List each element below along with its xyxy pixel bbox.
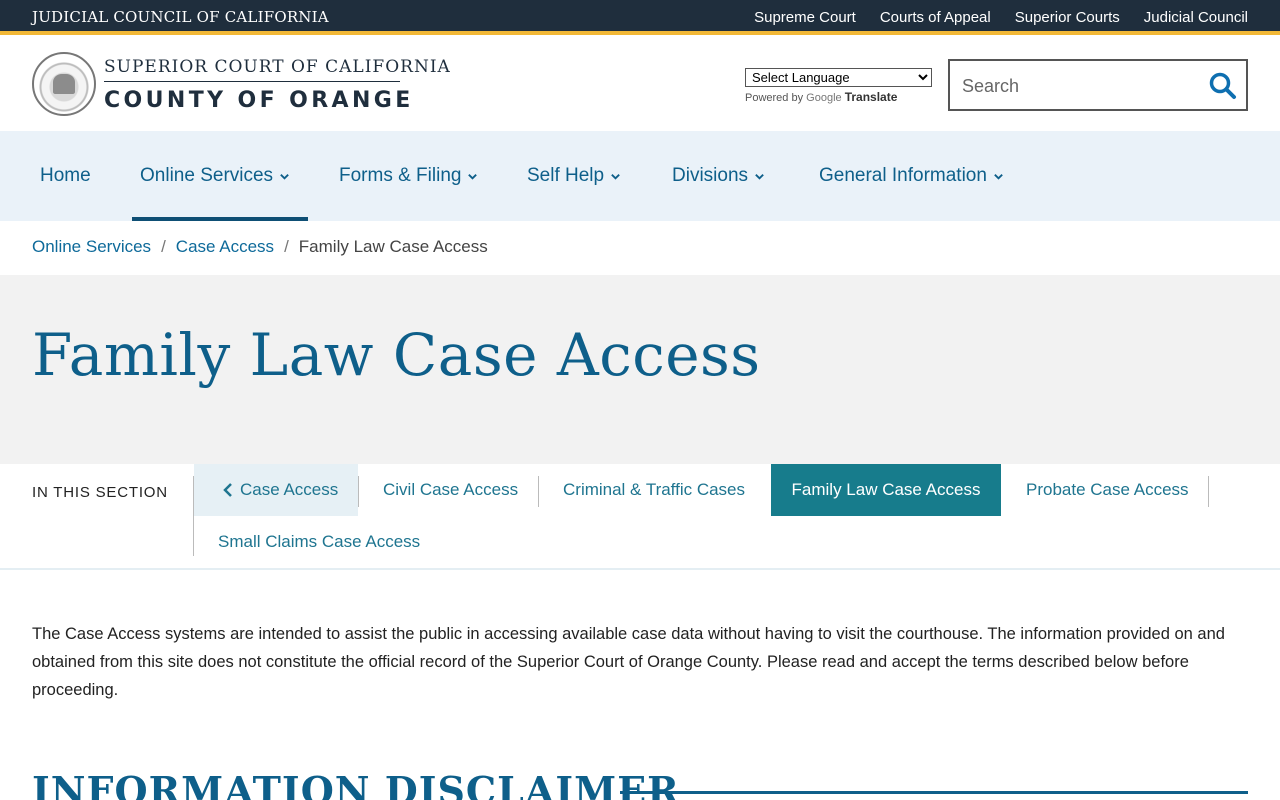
google-logo-text: Google	[806, 92, 842, 104]
nav-forms-filing[interactable]: Forms & Filing	[339, 131, 478, 221]
intro-paragraph: The Case Access systems are intended to …	[32, 625, 1225, 699]
page-hero: Family Law Case Access	[0, 275, 1280, 464]
chevron-down-icon	[611, 173, 620, 180]
chevron-down-icon	[468, 173, 478, 180]
search-icon[interactable]	[1208, 71, 1238, 101]
chevron-down-icon	[280, 173, 289, 180]
chevron-down-icon	[994, 173, 1003, 180]
section-link-separator	[538, 476, 539, 507]
breadcrumb-case-access[interactable]: Case Access	[176, 237, 274, 257]
section-bottom-border	[0, 568, 1280, 570]
nav-divisions[interactable]: Divisions	[672, 131, 765, 221]
section-link-civil[interactable]: Civil Case Access	[383, 464, 518, 516]
google-translate-credit: Powered by Google Translate	[745, 90, 898, 104]
breadcrumb: Online Services / Case Access / Family L…	[32, 237, 488, 257]
language-select[interactable]: Select Language	[745, 68, 932, 87]
judicial-council-brand[interactable]: JUDICIAL COUNCIL OF CALIFORNIA	[32, 8, 329, 26]
section-link-criminal-traffic[interactable]: Criminal & Traffic Cases	[563, 464, 745, 516]
toplink-supreme-court[interactable]: Supreme Court	[754, 9, 856, 26]
page-title: Family Law Case Access	[32, 321, 761, 389]
breadcrumb-separator: /	[161, 237, 166, 256]
toplink-superior-courts[interactable]: Superior Courts	[1015, 9, 1120, 26]
site-header: SUPERIOR COURT OF CALIFORNIA COUNTY OF O…	[0, 39, 1280, 131]
court-name-line1[interactable]: SUPERIOR COURT OF CALIFORNIA	[104, 57, 451, 77]
disclaimer-heading-rule	[620, 791, 1248, 794]
nav-self-help[interactable]: Self Help	[527, 131, 621, 221]
section-back-case-access[interactable]: Case Access	[194, 464, 358, 516]
top-bar: JUDICIAL COUNCIL OF CALIFORNIA Supreme C…	[0, 0, 1280, 35]
court-name-line2[interactable]: COUNTY OF ORANGE	[104, 88, 414, 113]
section-link-probate[interactable]: Probate Case Access	[1026, 464, 1189, 516]
nav-general-information[interactable]: General Information	[819, 131, 1004, 221]
search-input[interactable]	[962, 73, 1202, 99]
main-navigation: Home Online Services Forms & Filing Self…	[0, 131, 1280, 221]
top-links: Supreme Court Courts of Appeal Superior …	[754, 9, 1248, 26]
chevron-down-icon	[755, 173, 764, 180]
breadcrumb-online-services[interactable]: Online Services	[32, 237, 151, 257]
chevron-left-icon	[223, 483, 232, 497]
court-seal-logo[interactable]	[32, 52, 96, 116]
breadcrumb-current: Family Law Case Access	[298, 237, 488, 256]
search-box	[948, 59, 1248, 111]
in-this-section-label: IN THIS SECTION	[32, 484, 168, 501]
section-link-family-law[interactable]: Family Law Case Access	[771, 464, 1001, 516]
section-link-separator	[358, 476, 359, 507]
nav-online-services[interactable]: Online Services	[131, 131, 309, 221]
section-link-small-claims[interactable]: Small Claims Case Access	[218, 516, 420, 568]
nav-home[interactable]: Home	[40, 131, 91, 221]
toplink-judicial-council[interactable]: Judicial Council	[1144, 9, 1248, 26]
breadcrumb-separator: /	[284, 237, 289, 256]
toplink-courts-of-appeal[interactable]: Courts of Appeal	[880, 9, 991, 26]
court-name-divider	[104, 81, 400, 82]
disclaimer-heading: INFORMATION DISCLAIMER	[32, 768, 680, 800]
section-link-separator	[1208, 476, 1209, 507]
